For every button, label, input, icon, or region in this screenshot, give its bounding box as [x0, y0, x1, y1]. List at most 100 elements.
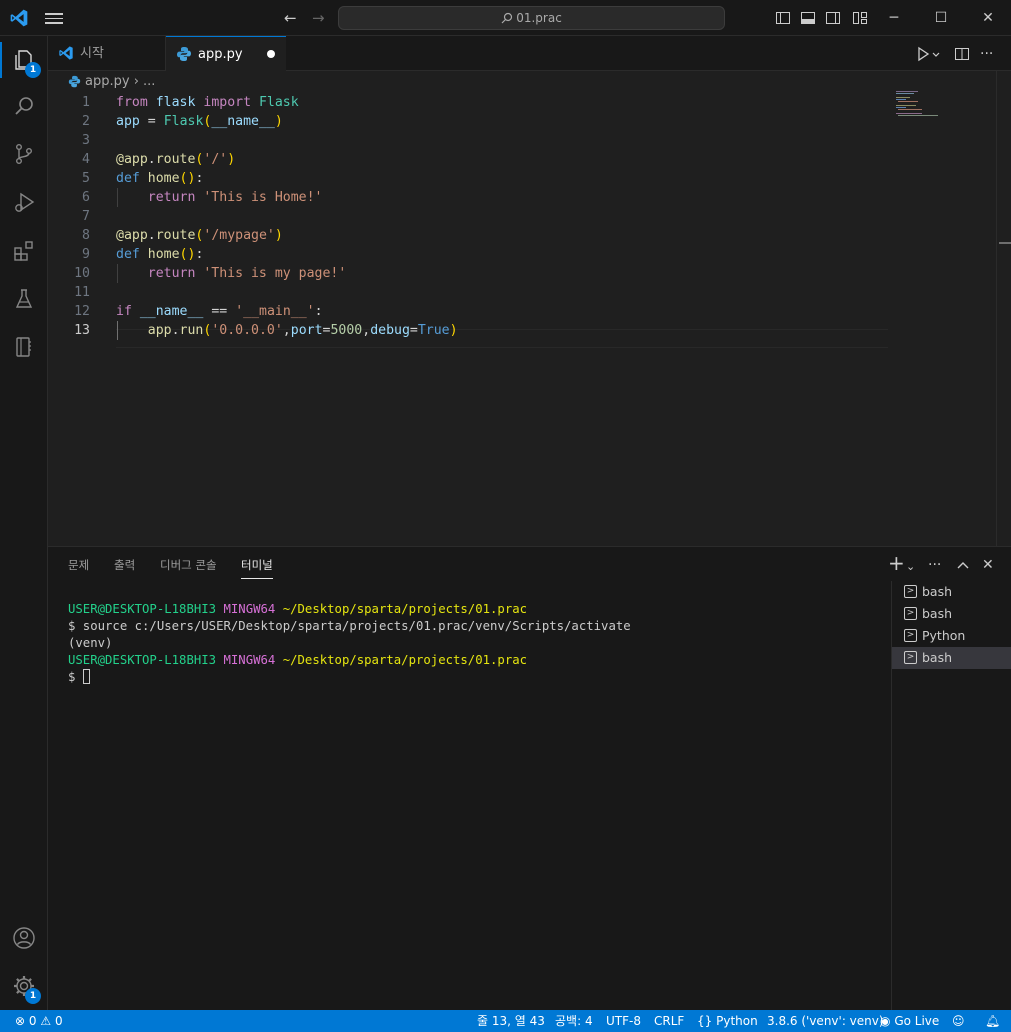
prompt-user: USER@DESKTOP-L18BHI3 — [68, 602, 217, 616]
customize-layout-icon[interactable] — [852, 10, 868, 26]
line-number: 10 — [74, 266, 90, 281]
terminal-item-label: bash — [922, 584, 953, 599]
explorer-badge: 1 — [25, 62, 41, 78]
encoding[interactable]: UTF-8 — [606, 1010, 641, 1032]
error-icon: ⊗ — [15, 1014, 26, 1028]
run-debug-icon[interactable] — [12, 191, 36, 215]
search-icon[interactable] — [12, 94, 36, 118]
vscode-logo-icon — [10, 9, 28, 27]
line-number: 5 — [82, 171, 90, 186]
tab-app-py[interactable]: app.py — [166, 36, 286, 72]
more-actions-icon[interactable]: ··· — [980, 45, 993, 63]
code-line[interactable]: 9 def home(): — [48, 245, 888, 264]
minimap[interactable] — [894, 90, 944, 120]
tab-welcome[interactable]: 시작 — [48, 36, 166, 71]
extensions-icon[interactable] — [12, 239, 36, 263]
toggle-panel-icon[interactable] — [800, 10, 816, 26]
chevron-down-icon[interactable]: ⌄ — [906, 558, 915, 576]
terminal-item[interactable]: > bash — [892, 581, 1011, 603]
new-terminal-icon[interactable]: + — [888, 553, 905, 573]
maximize-icon[interactable]: ☐ — [929, 8, 953, 28]
python-file-icon — [177, 47, 191, 61]
terminal-output[interactable]: USER@DESKTOP-L18BHI3 MINGW64 ~/Desktop/s… — [68, 601, 888, 686]
editor-tabs: 시작 app.py ··· — [48, 36, 1011, 72]
editor-scrollbar[interactable] — [996, 71, 1011, 546]
accounts-icon[interactable] — [12, 926, 36, 950]
split-editor-icon[interactable] — [954, 45, 970, 63]
terminal-cursor — [82, 669, 90, 684]
python-interpreter[interactable]: 3.8.6 ('venv': venv) — [767, 1010, 884, 1032]
breadcrumb-more[interactable]: ... — [143, 74, 155, 89]
tab-label: 시작 — [80, 46, 104, 61]
source-control-icon[interactable] — [12, 142, 36, 166]
python-file-icon — [68, 75, 81, 88]
terminal-item[interactable]: > bash — [892, 647, 1011, 669]
notebook-icon[interactable] — [12, 335, 36, 359]
go-live[interactable]: ◉ Go Live — [880, 1010, 939, 1032]
tab-output[interactable]: 출력 — [114, 547, 135, 583]
minimize-icon[interactable]: ─ — [882, 8, 906, 28]
testing-flask-icon[interactable] — [12, 287, 36, 311]
more-actions-icon[interactable]: ··· — [928, 556, 941, 574]
toggle-primary-sidebar-icon[interactable] — [775, 10, 791, 26]
language-label: Python — [716, 1014, 758, 1028]
maximize-panel-icon[interactable] — [956, 558, 970, 572]
code-line[interactable]: 11 — [48, 283, 888, 302]
tab-problems[interactable]: 문제 — [68, 547, 89, 583]
activity-bar: 1 1 — [0, 36, 48, 1010]
code-line[interactable]: 10 return 'This is my page!' — [48, 264, 888, 283]
feedback-icon[interactable]: ☺ — [952, 1010, 965, 1032]
code-text: def home(): — [116, 171, 204, 186]
code-line[interactable]: 3 — [48, 131, 888, 150]
forward-arrow-icon[interactable]: → — [312, 9, 325, 27]
code-text: app.run('0.0.0.0',port=5000,debug=True) — [147, 323, 458, 338]
code-line[interactable]: 2 app = Flask(__name__) — [48, 112, 888, 131]
code-line[interactable]: 5 def home(): — [48, 169, 888, 188]
terminal-item-label: bash — [922, 606, 953, 621]
code-line[interactable]: 13 app.run('0.0.0.0',port=5000,debug=Tru… — [48, 321, 888, 340]
code-text: @app.route('/mypage') — [116, 228, 283, 243]
code-line[interactable]: 7 — [48, 207, 888, 226]
warning-icon: ⚠ — [40, 1014, 52, 1028]
unsaved-dot-icon[interactable] — [267, 50, 275, 58]
close-panel-icon[interactable]: ✕ — [982, 556, 994, 574]
language-mode[interactable]: {} Python — [697, 1010, 758, 1032]
code-editor[interactable]: 1 from flask import Flask 2 app = Flask(__n… — [48, 93, 996, 546]
scroll-marker — [999, 242, 1011, 244]
end-of-line[interactable]: CRLF — [654, 1010, 684, 1032]
braces-icon: {} — [697, 1014, 713, 1028]
code-text: if __name__ == '__main__': — [116, 304, 323, 319]
prompt-path: ~/Desktop/sparta/projects/01.prac — [282, 653, 528, 667]
code-line[interactable]: 8 @app.route('/mypage') — [48, 226, 888, 245]
terminal-item[interactable]: > Python — [892, 625, 1011, 647]
toggle-secondary-sidebar-icon[interactable] — [825, 10, 841, 26]
settings-gear-icon[interactable]: 1 — [12, 974, 41, 1004]
tab-debug-console[interactable]: 디버그 콘솔 — [160, 547, 217, 583]
back-arrow-icon[interactable]: ← — [284, 9, 297, 27]
run-python-file-icon[interactable] — [916, 45, 942, 63]
line-number: 1 — [82, 95, 90, 110]
line-number: 12 — [74, 304, 90, 319]
line-number: 2 — [82, 114, 90, 129]
terminal-item[interactable]: > bash — [892, 603, 1011, 625]
explorer-icon[interactable]: 1 — [0, 42, 41, 78]
code-line[interactable]: 1 from flask import Flask — [48, 93, 888, 112]
code-text: app = Flask(__name__) — [116, 114, 283, 129]
tab-terminal[interactable]: 터미널 — [241, 547, 273, 583]
hamburger-menu-icon[interactable] — [45, 10, 63, 26]
code-line[interactable]: 12 if __name__ == '__main__': — [48, 302, 888, 321]
line-number: 7 — [82, 209, 90, 224]
code-text: def home(): — [116, 247, 204, 262]
code-text: return 'This is my page!' — [147, 266, 347, 281]
cursor-position[interactable]: 줄 13, 열 43 — [477, 1010, 545, 1032]
command-center-search[interactable]: 01.prac — [338, 6, 725, 30]
close-window-icon[interactable]: ✕ — [976, 8, 1000, 28]
code-line[interactable]: 4 @app.route('/') — [48, 150, 888, 169]
indentation[interactable]: 공백: 4 — [555, 1010, 593, 1032]
terminal-item-label: bash — [922, 650, 953, 665]
notifications-bell-icon[interactable]: 🔔︎ — [985, 1010, 1000, 1032]
code-line[interactable]: 6 return 'This is Home!' — [48, 188, 888, 207]
breadcrumb-file[interactable]: app.py — [85, 74, 130, 89]
prompt-path: ~/Desktop/sparta/projects/01.prac — [282, 602, 528, 616]
problems-status[interactable]: ⊗ 0 ⚠ 0 — [15, 1010, 63, 1032]
